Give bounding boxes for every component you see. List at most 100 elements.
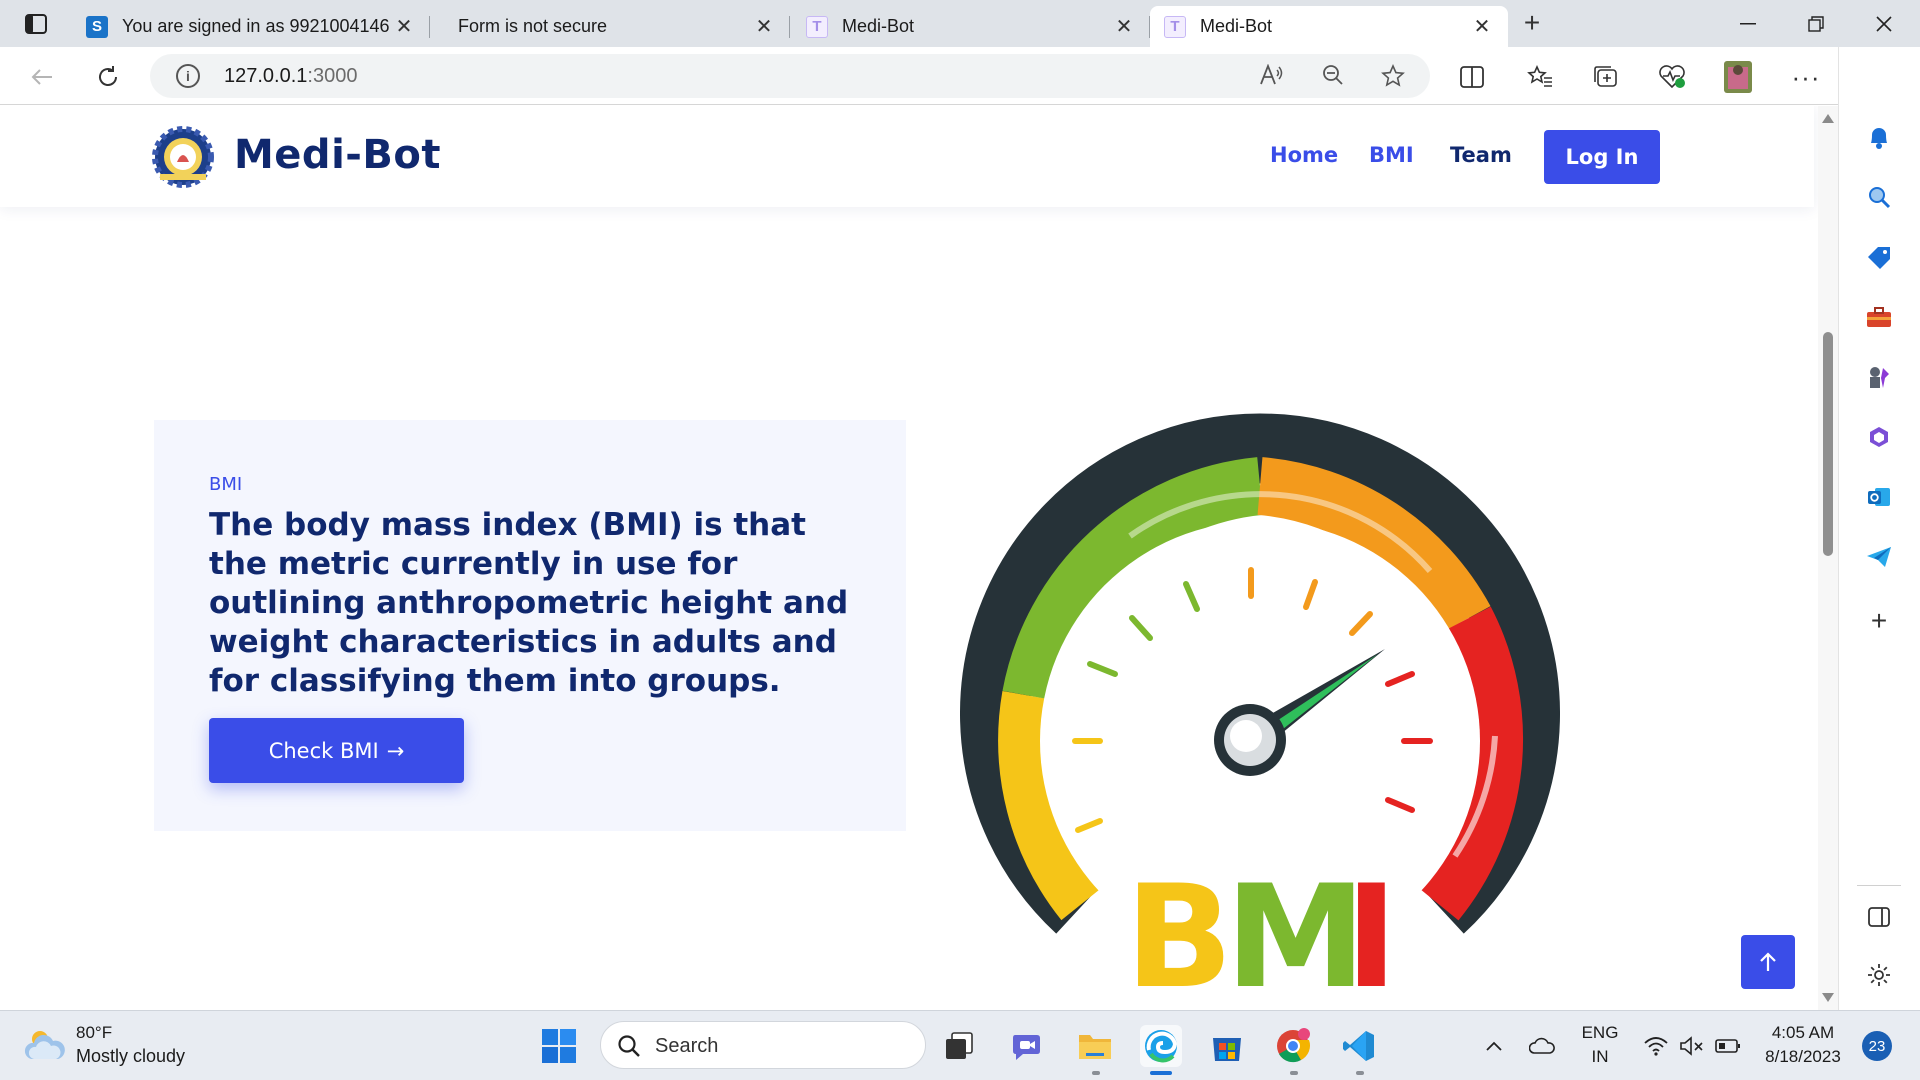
search-label: Search [655,1035,719,1057]
tab-title: Medi-Bot [1200,16,1273,36]
games-chess-icon[interactable] [1859,357,1899,397]
reload-icon[interactable] [90,59,126,95]
taskbar-search[interactable]: Search [600,1021,926,1069]
tab-medibot-1[interactable]: T Medi-Bot ✕ [792,6,1150,47]
new-tab-button[interactable]: + [1516,8,1548,40]
volume-muted-icon[interactable] [1678,1033,1706,1059]
edge-active-indicator [1150,1071,1172,1075]
back-icon[interactable] [24,59,60,95]
settings-gear-icon[interactable] [1859,955,1899,995]
tab-close-icon[interactable]: ✕ [392,14,416,39]
scrollbar-thumb[interactable] [1823,332,1833,556]
weather-description[interactable]: Mostly cloudy [76,1046,185,1067]
hero-description: The body mass index (BMI) is that the me… [209,507,849,699]
restore-icon[interactable] [1782,0,1850,47]
hero-eyebrow: BMI [209,474,243,495]
favorite-star-icon[interactable] [1380,64,1406,90]
url-text[interactable]: 127.0.0.1:3000 [224,65,357,88]
hide-sidebar-icon[interactable] [1859,897,1899,937]
file-explorer-running-indicator [1092,1071,1100,1075]
tab-medibot-active[interactable]: T Medi-Bot ✕ [1150,6,1508,47]
page-viewport: Medi-Bot Home BMI Team Log In BMI The bo… [0,106,1818,1010]
microsoft-store-icon[interactable] [1206,1025,1248,1067]
nav-home[interactable]: Home [1270,143,1338,167]
profile-avatar[interactable] [1720,59,1756,95]
page-scrollbar[interactable] [1818,106,1838,1010]
windows-taskbar: 80°F Mostly cloudy Search ENG IN 4:05 AM… [0,1010,1920,1080]
tab-close-icon[interactable]: ✕ [752,14,776,39]
tab-title: Form is not secure [458,16,608,36]
tab-actions-icon[interactable] [14,10,58,38]
edge-sidebar: + [1838,47,1920,1010]
search-icon[interactable] [1859,177,1899,217]
check-bmi-label: Check BMI [268,738,379,763]
read-aloud-icon[interactable] [1258,63,1284,90]
window-close-icon[interactable] [1850,0,1918,47]
file-explorer-icon[interactable] [1074,1025,1116,1067]
nav-bmi[interactable]: BMI [1369,143,1414,167]
teams-chat-icon[interactable] [1006,1025,1048,1067]
medibot-logo [152,126,214,188]
nav-team[interactable]: Team [1450,143,1512,167]
favorites-icon[interactable] [1522,59,1558,95]
more-options-icon[interactable]: ··· [1788,59,1824,95]
collections-icon[interactable] [1588,59,1624,95]
tab-title: Medi-Bot [842,16,915,36]
split-screen-icon[interactable] [1454,59,1490,95]
sidebar-divider [1857,885,1901,886]
windows-start-icon[interactable] [538,1025,580,1067]
task-view-icon[interactable] [938,1025,980,1067]
site-info-icon[interactable]: i [176,64,200,88]
gauge-letter-i: I [1345,855,1398,1010]
clock-date[interactable]: 8/18/2023 [1758,1047,1848,1067]
tab-close-icon[interactable]: ✕ [1470,14,1494,39]
chrome-icon[interactable] [1272,1025,1314,1067]
minimize-icon[interactable] [1714,0,1782,47]
zoom-out-icon[interactable] [1320,64,1346,90]
notification-count-badge[interactable]: 23 [1862,1031,1892,1061]
notifications-bell-icon[interactable] [1859,117,1899,157]
edge-browser-icon[interactable] [1140,1025,1182,1067]
scroll-to-top-button[interactable] [1741,935,1795,989]
browser-essentials-icon[interactable] [1654,59,1690,95]
vscode-icon[interactable] [1338,1025,1380,1067]
add-sidebar-app-icon[interactable]: + [1859,601,1899,641]
gauge-letter-b: B [1125,855,1233,1010]
tab-title: You are signed in as 9921004146 [122,16,390,36]
search-icon [618,1035,640,1057]
check-bmi-button[interactable]: Check BMI → [209,718,464,783]
language-indicator-top[interactable]: ENG [1578,1023,1622,1043]
shopping-tag-icon[interactable] [1859,237,1899,277]
scroll-up-icon[interactable] [1822,114,1834,123]
hero-card: BMI The body mass index (BMI) is that th… [154,420,906,831]
battery-icon[interactable] [1714,1033,1742,1059]
scroll-down-icon[interactable] [1822,993,1834,1002]
browser-tab-bar: S You are signed in as 9921004146 ✕ Form… [0,0,1920,47]
chrome-running-indicator [1290,1071,1298,1075]
tab-favicon-icon: S [86,15,108,38]
bmi-gauge-illustration: B M I [960,413,1560,1010]
onedrive-cloud-icon[interactable] [1528,1033,1556,1059]
show-hidden-icons-chevron-icon[interactable] [1480,1033,1508,1059]
clock-time[interactable]: 4:05 AM [1758,1023,1848,1043]
weather-temperature[interactable]: 80°F [76,1023,112,1043]
tab-form-not-secure[interactable]: Form is not secure ✕ [432,6,790,47]
outlook-icon[interactable] [1859,477,1899,517]
login-button[interactable]: Log In [1544,130,1660,184]
language-indicator-bottom[interactable]: IN [1578,1047,1622,1067]
tab-close-icon[interactable]: ✕ [1112,14,1136,39]
vscode-running-indicator [1356,1071,1364,1075]
arrow-right-icon: → [386,738,405,763]
site-header: Medi-Bot Home BMI Team Log In [0,106,1814,207]
address-bar: i 127.0.0.1:3000 ··· [0,47,1920,105]
tools-briefcase-icon[interactable] [1859,297,1899,337]
microsoft-365-icon[interactable] [1859,417,1899,457]
tab-favicon-icon: T [806,15,828,38]
url-field[interactable]: i 127.0.0.1:3000 [150,54,1430,98]
arrow-up-icon [1760,952,1776,971]
tab-signed-in[interactable]: S You are signed in as 9921004146 ✕ [72,6,430,47]
send-telegram-icon[interactable] [1859,537,1899,577]
brand-name[interactable]: Medi-Bot [234,132,441,178]
weather-cloudy-icon[interactable] [24,1025,66,1065]
wifi-icon[interactable] [1642,1033,1670,1059]
